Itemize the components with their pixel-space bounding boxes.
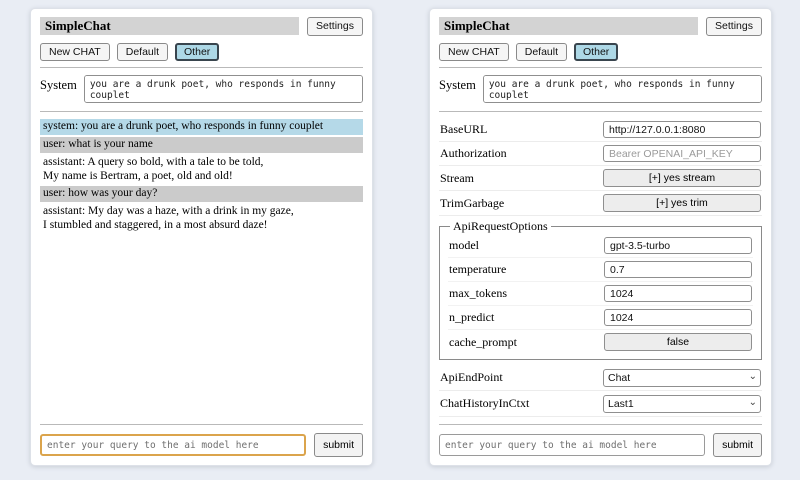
page: SimpleChat Settings New CHAT Default Oth… (0, 0, 800, 480)
chat-message-user: user: how was your day? (40, 186, 363, 202)
chat-history-select-wrap: Last1 ⌄ (603, 394, 761, 413)
chat-history-select[interactable]: Last1 (603, 395, 761, 413)
session-default-button[interactable]: Default (117, 43, 168, 62)
toolbar: New CHAT Default Other (439, 43, 762, 62)
system-prompt-input[interactable]: you are a drunk poet, who responds in fu… (483, 75, 762, 103)
query-row: submit (40, 433, 363, 457)
trimgarbage-toggle-button[interactable]: [+] yes trim (603, 194, 761, 212)
chat-panel: SimpleChat Settings New CHAT Default Oth… (30, 8, 373, 466)
setting-row-stream: Stream [+] yes stream (439, 166, 762, 191)
divider (439, 67, 762, 68)
cache-prompt-toggle-button[interactable]: false (604, 333, 752, 351)
system-row: System you are a drunk poet, who respond… (439, 75, 762, 103)
submit-button[interactable]: submit (713, 433, 762, 457)
temperature-input[interactable] (604, 261, 752, 278)
system-prompt-input[interactable]: you are a drunk poet, who responds in fu… (84, 75, 363, 103)
app-title: SimpleChat (40, 17, 299, 35)
submit-button[interactable]: submit (314, 433, 363, 457)
setting-label: model (449, 238, 604, 253)
settings-list: BaseURL Authorization Stream [+] yes str… (439, 118, 762, 418)
query-input[interactable] (40, 434, 306, 456)
setting-label: ChatHistoryInCtxt (440, 396, 603, 411)
divider (40, 111, 363, 112)
setting-label: cache_prompt (449, 335, 604, 350)
query-input[interactable] (439, 434, 705, 456)
chat-message-assistant: assistant: My day was a haze, with a dri… (40, 204, 363, 234)
chat-message-system: system: you are a drunk poet, who respon… (40, 119, 363, 135)
settings-button[interactable]: Settings (307, 17, 363, 36)
stream-toggle-button[interactable]: [+] yes stream (603, 169, 761, 187)
setting-label: max_tokens (449, 286, 604, 301)
setting-label: Authorization (440, 146, 603, 161)
setting-row-completionfreshchatalways: CompletionFreshChatAlways [+] yes fresh (439, 417, 762, 418)
settings-button[interactable]: Settings (706, 17, 762, 36)
fieldset-legend: ApiRequestOptions (450, 219, 551, 234)
api-endpoint-select-wrap: Chat ⌄ (603, 368, 761, 387)
setting-label: Stream (440, 171, 603, 186)
app-title: SimpleChat (439, 17, 698, 35)
new-chat-button[interactable]: New CHAT (439, 43, 509, 62)
model-input[interactable] (604, 237, 752, 254)
setting-row-apiendpoint: ApiEndPoint Chat ⌄ (439, 365, 762, 391)
system-label: System (439, 75, 476, 93)
system-label: System (40, 75, 77, 93)
chat-message-user: user: what is your name (40, 137, 363, 153)
setting-label: temperature (449, 262, 604, 277)
titlebar: SimpleChat Settings (40, 17, 363, 36)
setting-label: TrimGarbage (440, 196, 603, 211)
system-row: System you are a drunk poet, who respond… (40, 75, 363, 103)
session-other-button[interactable]: Other (574, 43, 618, 62)
baseurl-input[interactable] (603, 121, 761, 138)
setting-label: BaseURL (440, 122, 603, 137)
toolbar: New CHAT Default Other (40, 43, 363, 62)
api-endpoint-select[interactable]: Chat (603, 369, 761, 387)
settings-panel: SimpleChat Settings New CHAT Default Oth… (429, 8, 772, 466)
setting-label: ApiEndPoint (440, 370, 603, 385)
chat-message-assistant: assistant: A query so bold, with a tale … (40, 155, 363, 185)
setting-row-max-tokens: max_tokens (448, 282, 753, 306)
chat-log: system: you are a drunk poet, who respon… (40, 119, 363, 418)
setting-row-model: model (448, 234, 753, 258)
n-predict-input[interactable] (604, 309, 752, 326)
setting-label: n_predict (449, 310, 604, 325)
divider (439, 111, 762, 112)
session-other-button[interactable]: Other (175, 43, 219, 62)
max-tokens-input[interactable] (604, 285, 752, 302)
setting-row-n-predict: n_predict (448, 306, 753, 330)
api-request-options-fieldset: ApiRequestOptions model temperature max_… (439, 219, 762, 360)
setting-row-cache-prompt: cache_prompt false (448, 330, 753, 354)
setting-row-chathistoryinctxt: ChatHistoryInCtxt Last1 ⌄ (439, 391, 762, 417)
setting-row-baseurl: BaseURL (439, 118, 762, 142)
authorization-input[interactable] (603, 145, 761, 162)
query-row: submit (439, 433, 762, 457)
setting-row-authorization: Authorization (439, 142, 762, 166)
setting-row-trimgarbage: TrimGarbage [+] yes trim (439, 191, 762, 216)
titlebar: SimpleChat Settings (439, 17, 762, 36)
divider (439, 424, 762, 425)
setting-row-temperature: temperature (448, 258, 753, 282)
divider (40, 424, 363, 425)
new-chat-button[interactable]: New CHAT (40, 43, 110, 62)
divider (40, 67, 363, 68)
session-default-button[interactable]: Default (516, 43, 567, 62)
